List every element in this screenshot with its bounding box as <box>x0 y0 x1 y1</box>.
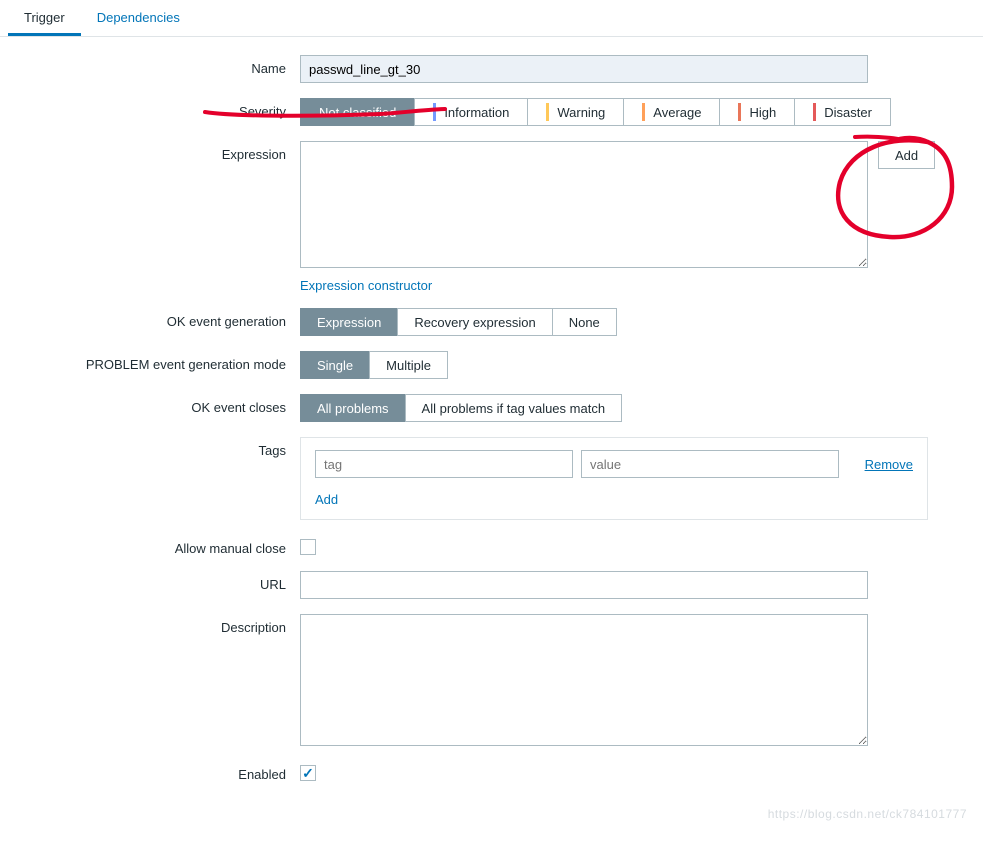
add-tag-link[interactable]: Add <box>315 492 338 507</box>
ok-closes-all[interactable]: All problems <box>300 394 406 422</box>
label-description: Description <box>10 614 300 635</box>
url-input[interactable] <box>300 571 868 599</box>
severity-high[interactable]: High <box>719 98 795 126</box>
severity-disaster[interactable]: Disaster <box>794 98 891 126</box>
problem-mode-multiple[interactable]: Multiple <box>369 351 448 379</box>
label-tags: Tags <box>10 437 300 458</box>
allow-manual-close-checkbox[interactable] <box>300 539 316 555</box>
severity-group: Not classified Information Warning Avera… <box>300 98 891 126</box>
expression-textarea[interactable] <box>300 141 868 268</box>
severity-warning[interactable]: Warning <box>527 98 624 126</box>
label-ok-event-generation: OK event generation <box>10 308 300 329</box>
tabs-bar: Trigger Dependencies <box>0 0 983 37</box>
tag-value-input[interactable] <box>581 450 839 478</box>
label-url: URL <box>10 571 300 592</box>
severity-average-marker <box>642 103 645 121</box>
remove-tag-link[interactable]: Remove <box>865 457 913 472</box>
expression-constructor-link[interactable]: Expression constructor <box>300 278 432 293</box>
severity-information-marker <box>433 103 436 121</box>
add-expression-button[interactable]: Add <box>878 141 935 169</box>
severity-not-classified[interactable]: Not classified <box>300 98 415 126</box>
description-textarea[interactable] <box>300 614 868 746</box>
severity-average-label: Average <box>653 105 701 120</box>
severity-warning-label: Warning <box>557 105 605 120</box>
watermark-text: https://blog.csdn.net/ck784101777 <box>768 807 967 821</box>
tag-name-input[interactable] <box>315 450 573 478</box>
label-allow-manual-close: Allow manual close <box>10 535 300 556</box>
ok-gen-recovery[interactable]: Recovery expression <box>397 308 552 336</box>
label-name: Name <box>10 55 300 76</box>
tags-container: Remove Add <box>300 437 928 520</box>
name-input[interactable] <box>300 55 868 83</box>
ok-closes-tag-match[interactable]: All problems if tag values match <box>405 394 623 422</box>
tag-row: Remove <box>315 450 913 478</box>
label-severity: Severity <box>10 98 300 119</box>
tab-dependencies[interactable]: Dependencies <box>81 0 196 36</box>
severity-average[interactable]: Average <box>623 98 720 126</box>
ok-gen-none[interactable]: None <box>552 308 617 336</box>
label-problem-mode: PROBLEM event generation mode <box>10 351 300 372</box>
tab-trigger[interactable]: Trigger <box>8 0 81 36</box>
severity-disaster-label: Disaster <box>824 105 872 120</box>
label-expression: Expression <box>10 141 300 162</box>
severity-high-label: High <box>749 105 776 120</box>
severity-warning-marker <box>546 103 549 121</box>
ok-event-closes-group: All problems All problems if tag values … <box>300 394 622 422</box>
ok-gen-expression[interactable]: Expression <box>300 308 398 336</box>
problem-mode-group: Single Multiple <box>300 351 448 379</box>
trigger-form: Name Severity Not classified Information… <box>0 37 983 827</box>
label-enabled: Enabled <box>10 761 300 782</box>
ok-event-generation-group: Expression Recovery expression None <box>300 308 617 336</box>
severity-information-label: Information <box>444 105 509 120</box>
enabled-checkbox[interactable] <box>300 765 316 781</box>
severity-high-marker <box>738 103 741 121</box>
label-ok-event-closes: OK event closes <box>10 394 300 415</box>
problem-mode-single[interactable]: Single <box>300 351 370 379</box>
severity-information[interactable]: Information <box>414 98 528 126</box>
severity-disaster-marker <box>813 103 816 121</box>
